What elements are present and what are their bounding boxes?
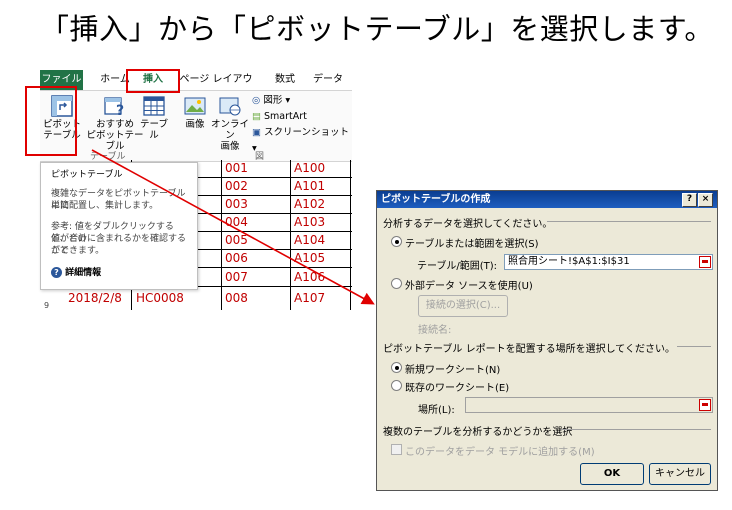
pointer-arrow [91, 149, 375, 305]
arrow-line [91, 149, 375, 305]
